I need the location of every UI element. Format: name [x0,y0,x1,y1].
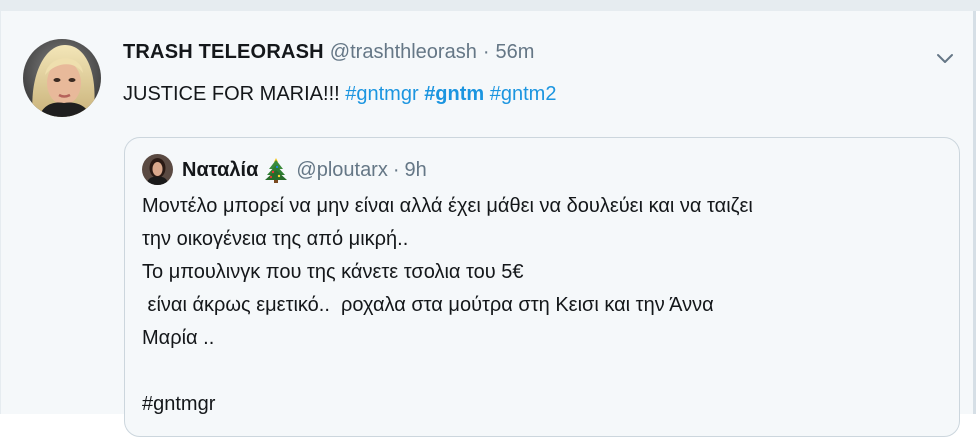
chevron-down-icon[interactable] [934,51,956,67]
quoted-text-line: την οικογένεια της από μικρή.. [142,228,409,250]
quoted-text-line: είναι άκρως εμετικό.. ροχαλα στα μούτρα … [142,294,714,316]
quoted-user-handle[interactable]: @ploutarx [296,159,387,182]
timeline-top-divider [0,0,980,11]
quoted-text: Μοντέλο μπορεί να μην είναι αλλά έχει μά… [142,190,952,421]
quoted-hashtag-gntmgr[interactable]: #gntmgr [142,388,952,421]
tweet[interactable]: TRASH TELEORASH @trashthleorash · 56m JU… [0,11,976,437]
quoted-text-line-empty [142,355,952,388]
tweet-text: JUSTICE FOR MARIA!!! #gntmgr #gntm #gntm… [123,83,556,106]
avatar[interactable] [23,39,101,117]
quoted-timestamp[interactable]: 9h [405,159,427,182]
quoted-text-line: Μοντέλο μπορεί να μην είναι αλλά έχει μά… [142,195,753,217]
hashtag-gntm2[interactable]: #gntm2 [490,83,557,105]
tweet-text-prefix: JUSTICE FOR MARIA!!! [123,83,346,105]
hashtag-gntm[interactable]: #gntm [424,83,484,105]
display-name[interactable]: TRASH TELEORASH [123,41,324,64]
quoted-avatar[interactable] [142,154,173,185]
separator-dot: · [482,41,490,63]
quoted-text-line: Μαρία .. [142,327,215,349]
quoted-text-line: Το μπουλινγκ που της κάνετε τσολια του 5… [142,261,524,283]
christmas-tree-icon [264,157,288,183]
quoted-header: Ναταλία @ploutarx · 9h [182,157,427,183]
timestamp[interactable]: 56m [496,41,535,64]
quoted-tweet-card[interactable]: Ναταλία @ploutarx · 9h Μοντέλο μπορεί να… [124,137,960,437]
quoted-display-name[interactable]: Ναταλία [182,159,258,182]
user-handle[interactable]: @trashthleorash [330,41,477,64]
hashtag-gntmgr[interactable]: #gntmgr [345,83,418,105]
tweet-header: TRASH TELEORASH @trashthleorash · 56m [123,41,534,69]
quoted-separator-dot: · [392,158,400,181]
